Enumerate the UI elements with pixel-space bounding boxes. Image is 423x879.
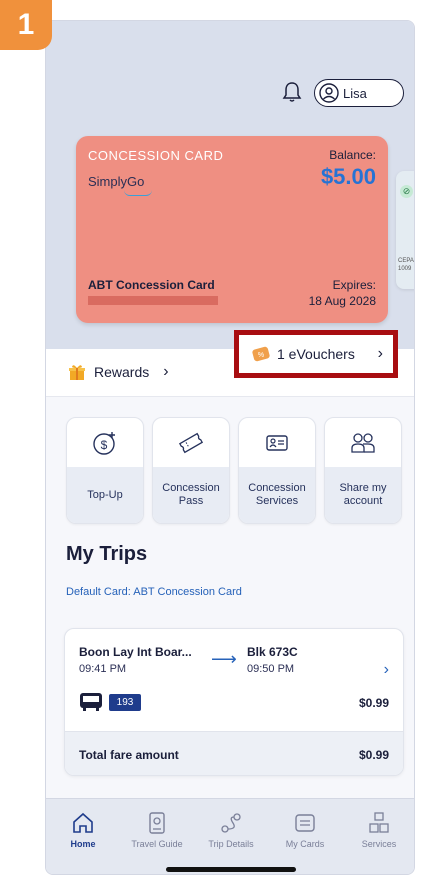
card-number-masked [88,296,218,305]
total-fare-label: Total fare amount [79,748,179,762]
voucher-icon: % [252,346,270,362]
home-icon [73,812,93,833]
next-card-peek[interactable]: ⊘ CEPA 1009 [396,171,414,289]
service-label: Share my account [325,467,401,523]
bottom-tab-bar: Home Travel Guide Trip Details My Cards … [46,798,414,874]
dollar-plus-icon: $ [93,432,115,455]
chevron-right-icon: › [163,363,169,380]
trip-destination: Blk 673C [247,645,298,659]
evouchers-button[interactable]: % 1 eVouchers › [234,330,398,378]
tab-travel-guide[interactable]: Travel Guide [120,799,194,874]
balance-value: $5.00 [320,164,376,189]
default-card-link[interactable]: Default Card: ABT Concession Card [66,586,242,598]
topup-tile[interactable]: $ Top-Up [66,417,144,524]
rewards-label: Rewards [94,364,150,380]
svg-text:$: $ [101,438,108,452]
tab-label: Trip Details [208,839,254,849]
total-fare-row: Total fare amount $0.99 [65,731,403,775]
total-fare-value: $0.99 [358,748,389,762]
service-label: Concession Services [239,467,315,523]
tab-trip-details[interactable]: Trip Details [194,799,268,874]
tab-home[interactable]: Home [46,799,120,874]
chevron-right-icon[interactable]: › [384,661,389,679]
svg-text:%: % [258,352,264,359]
tab-label: Services [361,839,397,849]
simplygo-logo: SimplyGo [88,174,145,189]
user-name: Lisa [343,85,367,101]
services-icon [369,812,389,833]
gift-icon [69,365,85,380]
concession-services-tile[interactable]: Concession Services [238,417,316,524]
logo-swoosh [124,190,152,196]
services-grid: $ Top-Up Concession Pass Concession Serv… [66,417,406,524]
trip-card[interactable]: Boon Lay Int Boar... 09:41 PM ⟶ Blk 673C… [64,628,404,776]
card-type-label: CONCESSION CARD [88,148,224,163]
trip-origin: Boon Lay Int Boar... [79,645,192,659]
peek-text: CEPA [398,258,414,264]
id-card-icon [266,435,288,451]
share-account-tile[interactable]: Share my account [324,417,402,524]
card-name: ABT Concession Card [88,278,215,292]
expires-value: 18 Aug 2028 [308,294,376,308]
trip-fare: $0.99 [358,696,389,710]
service-label: Top-Up [67,467,143,523]
trip-destination-time: 09:50 PM [247,663,295,675]
concession-pass-tile[interactable]: Concession Pass [152,417,230,524]
tab-my-cards[interactable]: My Cards [268,799,342,874]
home-indicator [166,867,296,872]
rewards-link[interactable]: Rewards › [68,363,169,381]
phone-screen: Lisa CONCESSION CARD SimplyGo Balance: $… [45,20,415,875]
users-icon [351,433,375,453]
route-icon [221,813,241,833]
no-entry-icon: ⊘ [400,185,413,198]
cards-icon [295,814,315,832]
bell-icon[interactable] [282,81,302,103]
trip-origin-time: 09:41 PM [79,663,127,675]
bus-number-badge: 193 [109,694,141,711]
concession-card[interactable]: CONCESSION CARD SimplyGo Balance: $5.00 … [76,136,388,323]
my-trips-heading: My Trips [66,543,148,565]
expires-label: Expires: [332,278,376,292]
tab-services[interactable]: Services [342,799,414,874]
evouchers-label: 1 eVouchers [277,346,355,362]
service-label: Concession Pass [153,467,229,523]
profile-button[interactable]: Lisa [314,79,404,107]
ticket-icon [178,432,204,454]
arrow-right-icon: ⟶ [211,649,237,669]
tab-label: Home [70,839,96,849]
tab-label: My Cards [285,839,325,849]
bus-icon [80,693,102,711]
user-icon [319,83,339,103]
tab-label: Travel Guide [131,839,183,849]
step-number-badge: 1 [0,0,52,50]
balance-label: Balance: [329,148,376,162]
rewards-row: Rewards › % 1 eVouchers › [46,330,414,397]
travel-guide-icon [149,812,165,834]
peek-text: 1009 [398,266,412,272]
chevron-right-icon: › [377,345,383,362]
